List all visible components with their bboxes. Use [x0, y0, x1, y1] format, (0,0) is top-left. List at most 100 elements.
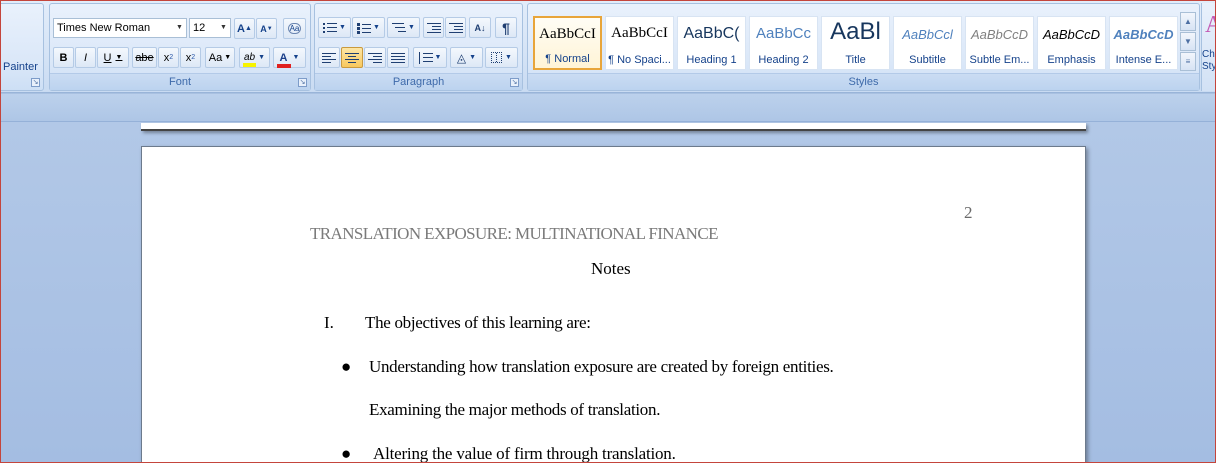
- chevron-down-icon[interactable]: ▼: [408, 24, 415, 31]
- paragraph-group-label: Paragraph: [315, 73, 522, 90]
- style-name: ¶ Normal: [545, 53, 590, 65]
- clear-formatting-button[interactable]: Aa: [283, 18, 306, 39]
- line-spacing-button[interactable]: ▼: [413, 47, 447, 68]
- font-group: Times New Roman ▼ 12 ▼ A ▲ A ▼ Aa B I U ▼ …: [49, 3, 311, 91]
- style-sample: AaBl: [830, 18, 881, 45]
- style-sample: AaBbCcI: [539, 26, 596, 42]
- highlight-label: ab: [243, 52, 256, 63]
- gallery-scroll-down-icon[interactable]: ▼: [1180, 32, 1196, 51]
- align-left-icon: [322, 52, 336, 64]
- justify-button[interactable]: [387, 47, 409, 68]
- underline-label: U: [103, 51, 112, 64]
- format-painter-button[interactable]: Painter: [3, 61, 38, 73]
- increase-indent-icon: [448, 22, 463, 34]
- chevron-down-icon[interactable]: ▼: [339, 24, 346, 31]
- highlighter-icon: ab: [242, 52, 257, 67]
- multilevel-list-icon: [392, 22, 407, 34]
- clipboard-group: Painter ↘: [0, 3, 44, 91]
- font-size-combo[interactable]: 12 ▼: [189, 18, 231, 38]
- clipboard-dialog-launcher[interactable]: ↘: [31, 78, 40, 87]
- sort-button[interactable]: A↓: [469, 17, 491, 38]
- clear-formatting-icon: Aa: [287, 23, 302, 34]
- change-styles-label-2: Sty: [1202, 61, 1216, 72]
- style-emphasis[interactable]: AaBbCcD Emphasis: [1037, 16, 1106, 70]
- show-hide-marks-button[interactable]: ¶: [495, 17, 517, 38]
- line-spacing-icon: [418, 51, 433, 64]
- align-left-button[interactable]: [318, 47, 340, 68]
- chevron-down-icon[interactable]: ▼: [173, 19, 186, 37]
- numbering-button[interactable]: ▼: [352, 17, 385, 38]
- chevron-down-icon[interactable]: ▼: [373, 24, 380, 31]
- gallery-scroll-up-icon[interactable]: ▲: [1180, 12, 1196, 31]
- italic-button[interactable]: I: [75, 47, 96, 68]
- paragraph-group: ▼ ▼ ▼ A↓ ¶ ▼ ◬ ▼ ▼ Paragraph ↘: [314, 3, 523, 91]
- underline-button[interactable]: U ▼: [97, 47, 129, 68]
- styles-group-label: Styles: [528, 73, 1199, 90]
- style-normal[interactable]: AaBbCcI ¶ Normal: [533, 16, 602, 70]
- font-name-combo[interactable]: Times New Roman ▼: [53, 18, 187, 38]
- increase-indent-button[interactable]: [445, 17, 466, 38]
- bullets-icon: [323, 22, 338, 34]
- bullet-item: Understanding how translation exposure a…: [369, 357, 834, 376]
- highlight-button[interactable]: ab ▼: [239, 47, 270, 68]
- decrease-indent-icon: [426, 22, 441, 34]
- chevron-down-icon[interactable]: ▼: [505, 54, 512, 61]
- change-styles-icon: A: [1205, 12, 1216, 39]
- chevron-down-icon[interactable]: ▼: [116, 54, 123, 61]
- previous-page-bottom-edge: [141, 123, 1086, 131]
- subscript-button[interactable]: x2: [158, 47, 179, 68]
- document-title: Notes: [591, 259, 631, 278]
- shrink-font-button[interactable]: A ▼: [256, 18, 277, 39]
- style-title[interactable]: AaBl Title: [821, 16, 890, 70]
- chevron-down-icon[interactable]: ▼: [224, 54, 231, 61]
- multilevel-list-button[interactable]: ▼: [387, 17, 420, 38]
- change-case-button[interactable]: Aa ▼: [205, 47, 235, 68]
- font-color-button[interactable]: A ▼: [273, 47, 306, 68]
- change-styles-button[interactable]: A Ch Sty: [1201, 3, 1216, 91]
- style-heading-1[interactable]: AaBbC( Heading 1: [677, 16, 746, 70]
- style-sample: AaBbCcl: [902, 27, 953, 42]
- style-subtle-emphasis[interactable]: AaBbCcD Subtle Em...: [965, 16, 1034, 70]
- bullets-button[interactable]: ▼: [318, 17, 351, 38]
- bullet-item: Examining the major methods of translati…: [369, 400, 661, 419]
- paint-bucket-icon: ◬: [456, 50, 467, 65]
- sort-icon: A↓: [474, 22, 486, 33]
- ribbon: Painter ↘ Times New Roman ▼ 12 ▼ A ▲ A ▼ A…: [0, 0, 1216, 93]
- style-name: Intense E...: [1115, 54, 1172, 66]
- list-heading: The objectives of this learning are:: [365, 313, 591, 332]
- font-name-value: Times New Roman: [57, 22, 151, 34]
- align-right-icon: [368, 52, 382, 64]
- style-no-spacing[interactable]: AaBbCcI ¶ No Spaci...: [605, 16, 674, 70]
- strikethrough-button[interactable]: abe: [132, 47, 157, 68]
- paragraph-dialog-launcher[interactable]: ↘: [510, 78, 519, 87]
- font-size-value: 12: [193, 22, 206, 34]
- bold-button[interactable]: B: [53, 47, 74, 68]
- align-center-button[interactable]: [341, 47, 363, 68]
- document-page[interactable]: 2 TRANSLATION EXPOSURE: MULTINATIONAL FI…: [141, 146, 1086, 463]
- chevron-down-icon[interactable]: ▼: [469, 54, 476, 61]
- style-subtitle[interactable]: AaBbCcl Subtitle: [893, 16, 962, 70]
- bold-label: B: [59, 51, 68, 64]
- change-case-label: Aa: [208, 51, 223, 64]
- style-name: Subtle Em...: [969, 54, 1030, 66]
- style-heading-2[interactable]: AaBbCc Heading 2: [749, 16, 818, 70]
- shading-button[interactable]: ◬ ▼: [450, 47, 483, 68]
- chevron-down-icon[interactable]: ▼: [435, 54, 442, 61]
- align-right-button[interactable]: [364, 47, 386, 68]
- chevron-down-icon[interactable]: ▼: [293, 54, 300, 61]
- style-sample: AaBbCcI: [611, 25, 668, 41]
- italic-label: I: [83, 51, 88, 64]
- styles-group: AaBbCcI ¶ Normal AaBbCcI ¶ No Spaci... A…: [527, 3, 1200, 91]
- decrease-indent-button[interactable]: [423, 17, 444, 38]
- font-dialog-launcher[interactable]: ↘: [298, 78, 307, 87]
- borders-button[interactable]: ▼: [485, 47, 518, 68]
- chevron-down-icon[interactable]: ▼: [217, 19, 230, 37]
- style-intense-emphasis[interactable]: AaBbCcD Intense E...: [1109, 16, 1178, 70]
- gallery-more-icon[interactable]: ≡: [1180, 52, 1196, 71]
- superscript-button[interactable]: x2: [180, 47, 201, 68]
- numbering-icon: [357, 22, 372, 34]
- style-sample: AaBbC(: [683, 25, 740, 42]
- borders-icon: [491, 52, 503, 63]
- chevron-down-icon[interactable]: ▼: [258, 54, 265, 61]
- grow-font-button[interactable]: A ▲: [234, 18, 255, 39]
